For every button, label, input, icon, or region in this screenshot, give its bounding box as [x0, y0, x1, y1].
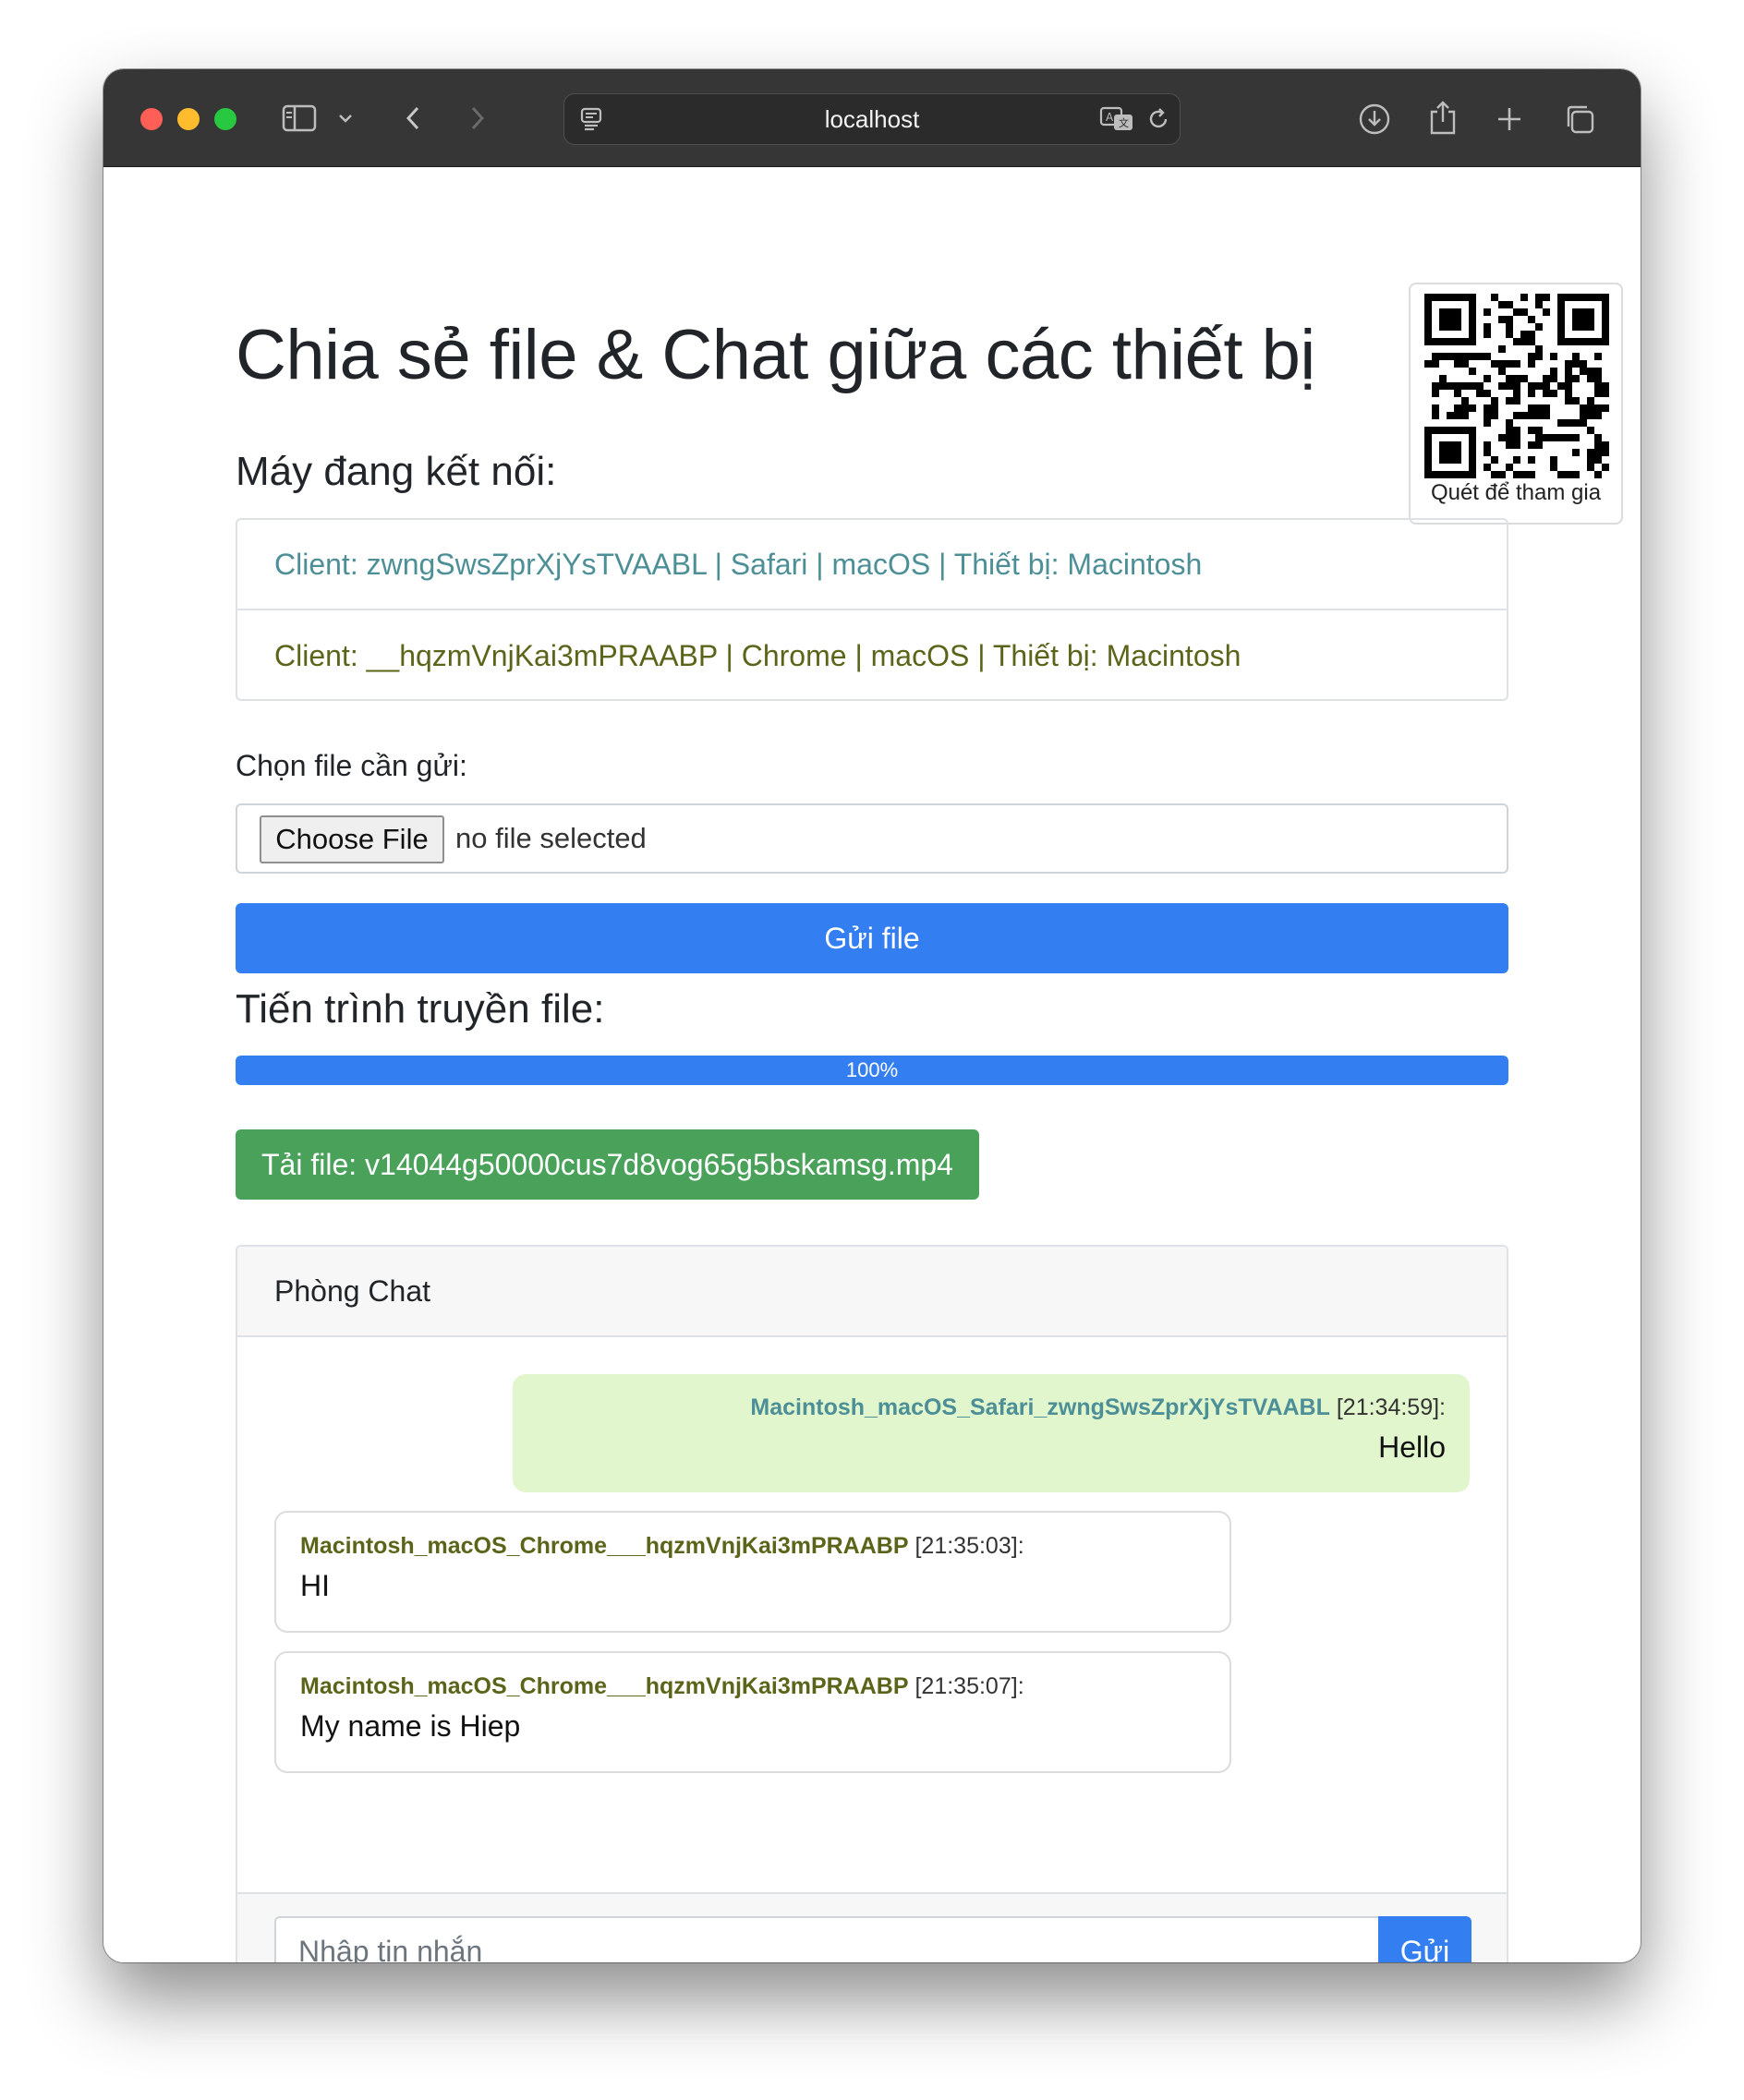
- clients-heading: Máy đang kết nối:: [236, 449, 557, 494]
- chat-messages: Macintosh_macOS_Safari_zwngSwsZprXjYsTVA…: [237, 1337, 1507, 1898]
- download-icon[interactable]: [1356, 101, 1393, 138]
- close-window-button[interactable]: [140, 108, 163, 130]
- message-text: HI: [300, 1569, 330, 1602]
- message-time: [21:35:07]:: [914, 1673, 1024, 1699]
- tab-overview-icon[interactable]: [1561, 101, 1598, 138]
- transfer-progress: 100%: [236, 1056, 1508, 1085]
- page-title: Chia sẻ file & Chat giữa các thiết bị: [236, 316, 1315, 394]
- svg-text:文: 文: [1119, 116, 1129, 129]
- address-bar[interactable]: localhost A文: [563, 93, 1181, 145]
- address-text: localhost: [824, 104, 920, 133]
- qr-code-image: [1424, 294, 1609, 478]
- send-file-button[interactable]: Gửi file: [236, 903, 1508, 973]
- qr-caption: Quét để tham gia: [1430, 480, 1602, 505]
- reload-icon[interactable]: [1143, 103, 1174, 135]
- chevron-down-icon[interactable]: [334, 106, 357, 130]
- message-sender: Macintosh_macOS_Chrome___hqzmVnjKai3mPRA…: [300, 1673, 909, 1699]
- message-input[interactable]: Nhập tin nhắn: [274, 1916, 1378, 1962]
- file-input[interactable]: Choose File no file selected: [236, 803, 1508, 874]
- message-sender: Macintosh_macOS_Chrome___hqzmVnjKai3mPRA…: [300, 1533, 909, 1559]
- page-content: Quét để tham gia Chia sẻ file & Chat giữ…: [103, 167, 1641, 1962]
- message-text: My name is Hiep: [300, 1709, 521, 1743]
- file-status-text: no file selected: [455, 822, 647, 854]
- client-list: Client: zwngSwsZprXjYsTVAABL | Safari | …: [236, 518, 1508, 701]
- chat-message: Macintosh_macOS_Chrome___hqzmVnjKai3mPRA…: [274, 1511, 1231, 1633]
- sidebar-toggle-icon[interactable]: [281, 103, 318, 134]
- forward-icon[interactable]: [464, 103, 491, 134]
- svg-text:A: A: [1106, 111, 1114, 124]
- back-icon[interactable]: [399, 103, 427, 134]
- translate-icon[interactable]: A文: [1098, 103, 1137, 135]
- chat-header: Phòng Chat: [237, 1247, 1507, 1337]
- client-item: Client: __hqzmVnjKai3mPRAABP | Chrome | …: [274, 638, 1241, 672]
- message-time: [21:34:59]:: [1336, 1394, 1446, 1420]
- minimize-window-button[interactable]: [177, 108, 200, 130]
- chat-input-bar: Nhập tin nhắn Gửi: [237, 1892, 1507, 1962]
- chat-message: Macintosh_macOS_Safari_zwngSwsZprXjYsTVA…: [513, 1374, 1470, 1492]
- browser-toolbar: localhost A文: [103, 69, 1641, 167]
- chat-room: Phòng Chat Macintosh_macOS_Safari_zwngSw…: [236, 1245, 1508, 1962]
- file-label: Chọn file cần gửi:: [236, 749, 467, 782]
- share-icon[interactable]: [1424, 97, 1461, 138]
- message-sender: Macintosh_macOS_Safari_zwngSwsZprXjYsTVA…: [750, 1394, 1330, 1420]
- download-file-button[interactable]: Tải file: v14044g50000cus7d8vog65g5bskam…: [236, 1129, 979, 1200]
- progress-bar: 100%: [236, 1056, 1508, 1085]
- chat-message: Macintosh_macOS_Chrome___hqzmVnjKai3mPRA…: [274, 1651, 1231, 1773]
- zoom-window-button[interactable]: [214, 108, 236, 130]
- send-message-button[interactable]: Gửi: [1378, 1916, 1472, 1962]
- browser-window: localhost A文 Quét để tham gia Chia sẻ fi…: [103, 69, 1641, 1962]
- message-text: Hello: [1378, 1430, 1446, 1464]
- progress-heading: Tiến trình truyền file:: [236, 986, 605, 1032]
- new-tab-icon[interactable]: [1493, 103, 1526, 136]
- client-item: Client: zwngSwsZprXjYsTVAABL | Safari | …: [237, 520, 1507, 610]
- qr-join-panel: Quét để tham gia: [1409, 283, 1623, 525]
- choose-file-button[interactable]: Choose File: [260, 815, 444, 863]
- message-time: [21:35:03]:: [914, 1533, 1024, 1559]
